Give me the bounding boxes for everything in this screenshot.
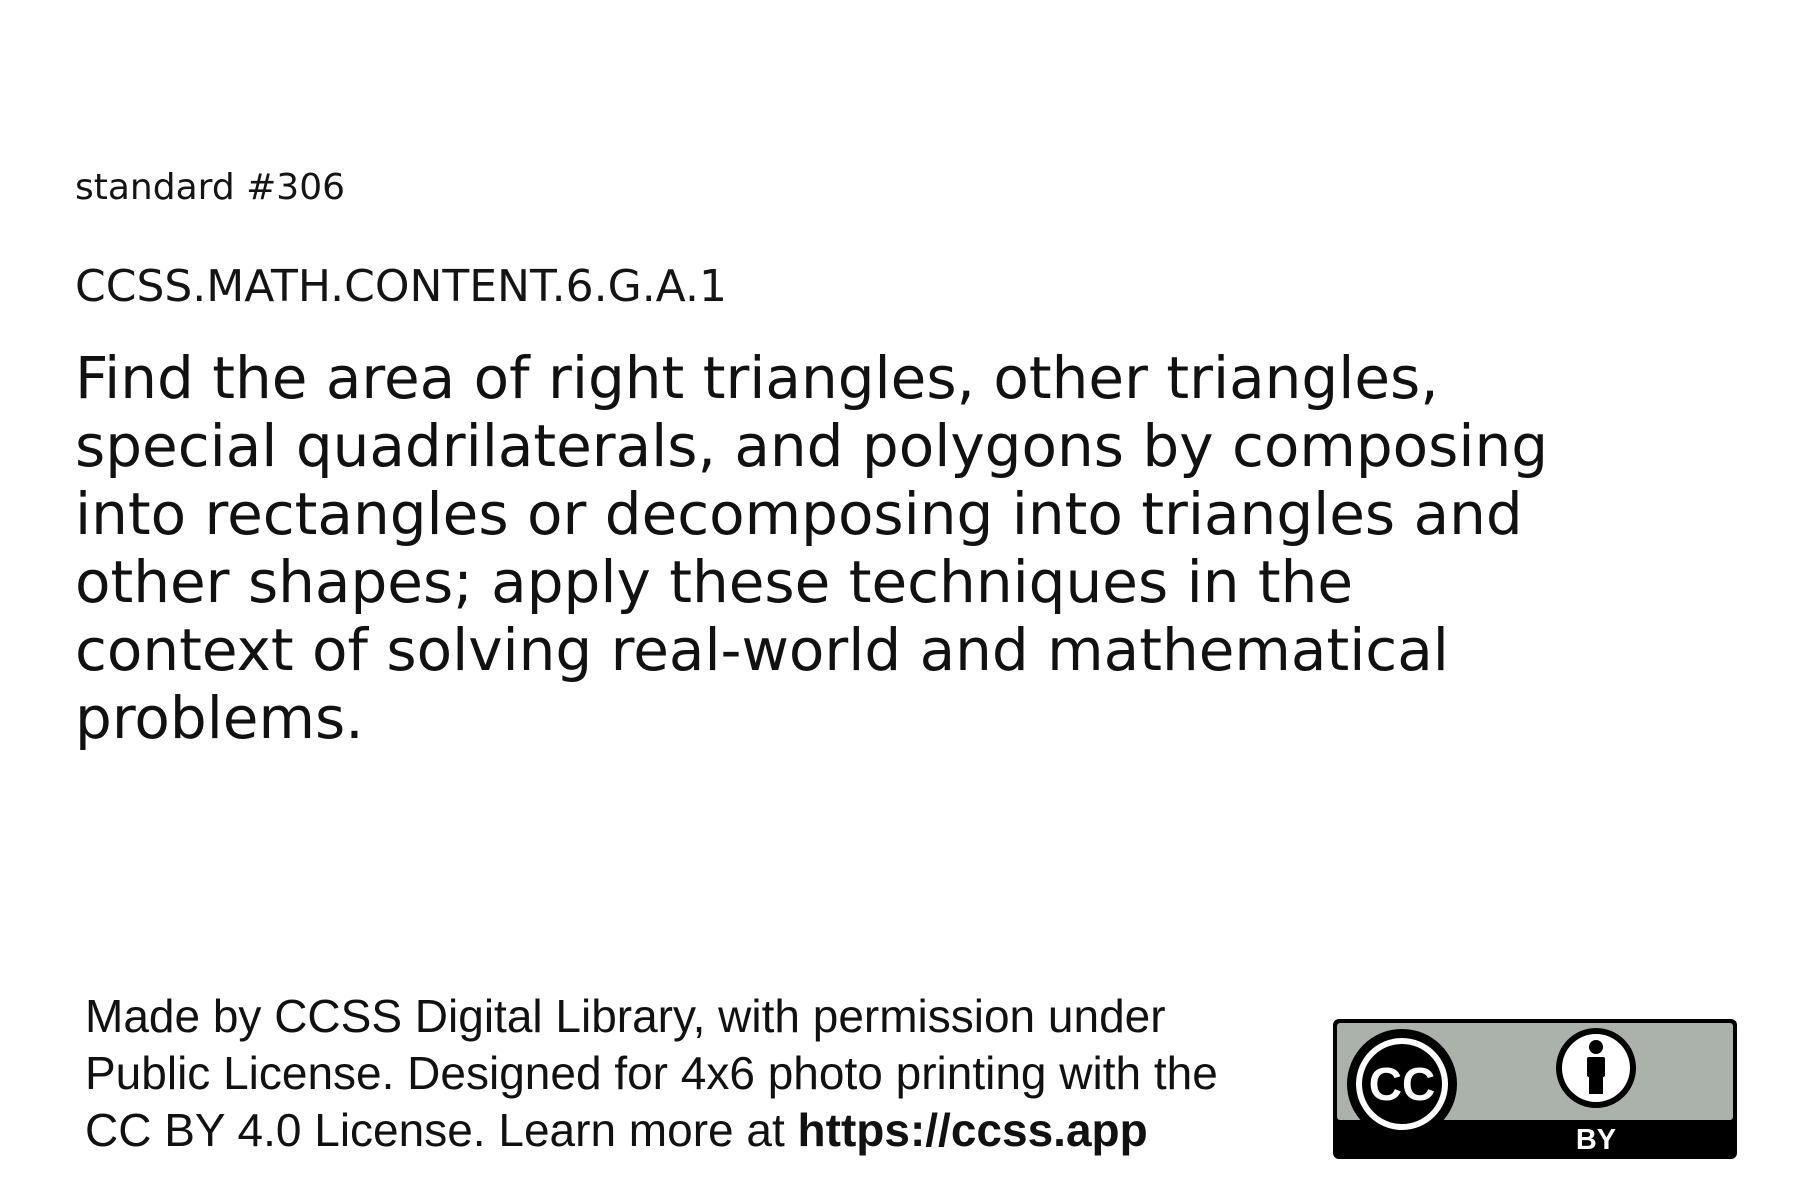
footer-url-link[interactable]: https://ccss.app — [798, 1104, 1148, 1156]
standard-description: Find the area of right triangles, other … — [75, 344, 1549, 752]
footer-attribution: Made by CCSS Digital Library, with permi… — [85, 988, 1295, 1159]
standard-code: CCSS.MATH.CONTENT.6.G.A.1 — [75, 261, 727, 312]
by-label: BY — [1576, 1124, 1616, 1156]
cc-icon-label: CC — [1369, 1058, 1435, 1110]
standard-number: standard #306 — [75, 167, 345, 208]
standard-card: standard #306 CCSS.MATH.CONTENT.6.G.A.1 … — [0, 0, 1800, 1200]
cc-by-license-badge: CC BY — [1333, 1019, 1737, 1159]
attribution-person-icon — [1556, 1028, 1636, 1108]
cc-icon: CC — [1347, 1029, 1457, 1139]
